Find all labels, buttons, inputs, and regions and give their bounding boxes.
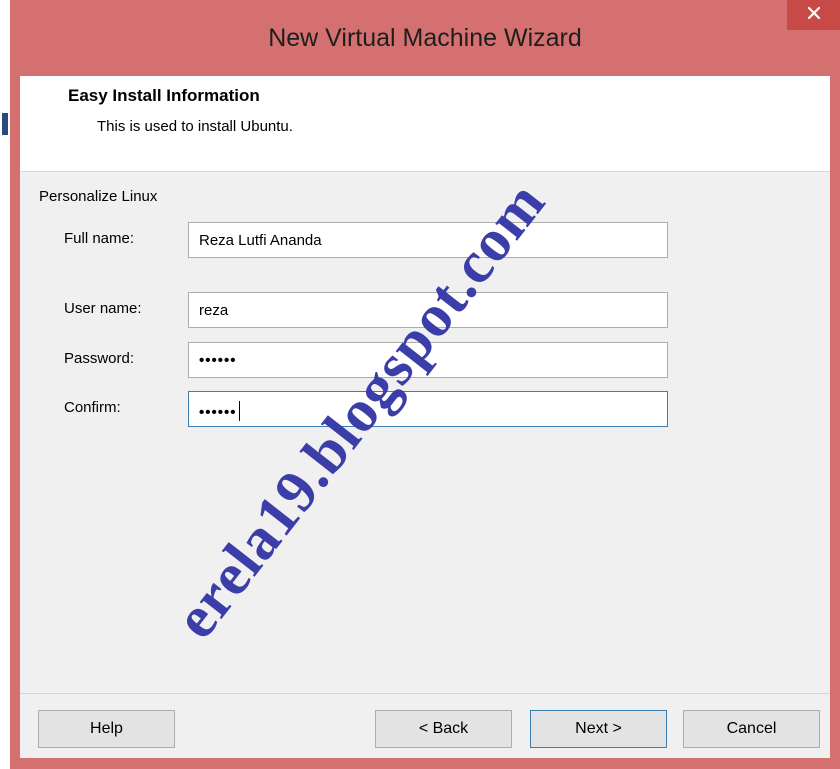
next-button[interactable]: Next > xyxy=(530,710,667,748)
password-label: Password: xyxy=(64,350,135,367)
full-name-label: Full name: xyxy=(64,230,135,247)
full-name-field[interactable]: Reza Lutfi Ananda xyxy=(188,222,668,258)
user-name-label: User name: xyxy=(64,300,142,317)
text-caret xyxy=(238,401,240,421)
user-name-value: reza xyxy=(199,302,229,319)
personalize-group-label: Personalize Linux xyxy=(39,188,158,205)
cancel-button[interactable]: Cancel xyxy=(683,710,820,748)
wizard-window: New Virtual Machine Wizard Easy Install … xyxy=(10,0,840,769)
help-button[interactable]: Help xyxy=(38,710,175,748)
user-name-field[interactable]: reza xyxy=(188,292,668,328)
confirm-value: •••••• xyxy=(199,404,237,421)
back-button[interactable]: < Back xyxy=(375,710,512,748)
page-subtitle: This is used to install Ubuntu. xyxy=(97,118,293,135)
wizard-content: Easy Install Information This is used to… xyxy=(20,76,830,758)
background-window-accent xyxy=(2,113,8,135)
button-separator xyxy=(20,693,830,694)
confirm-label: Confirm: xyxy=(64,399,121,416)
close-icon xyxy=(807,6,821,25)
page-title: Easy Install Information xyxy=(68,86,260,105)
background-window-edge xyxy=(0,0,10,769)
title-bar[interactable]: New Virtual Machine Wizard xyxy=(10,0,840,76)
password-value: •••••• xyxy=(199,352,237,369)
close-button[interactable] xyxy=(787,0,840,30)
window-title: New Virtual Machine Wizard xyxy=(268,24,582,52)
confirm-password-field[interactable]: •••••• xyxy=(188,391,668,427)
password-field[interactable]: •••••• xyxy=(188,342,668,378)
wizard-header: Easy Install Information This is used to… xyxy=(20,76,830,172)
full-name-value: Reza Lutfi Ananda xyxy=(199,232,322,249)
